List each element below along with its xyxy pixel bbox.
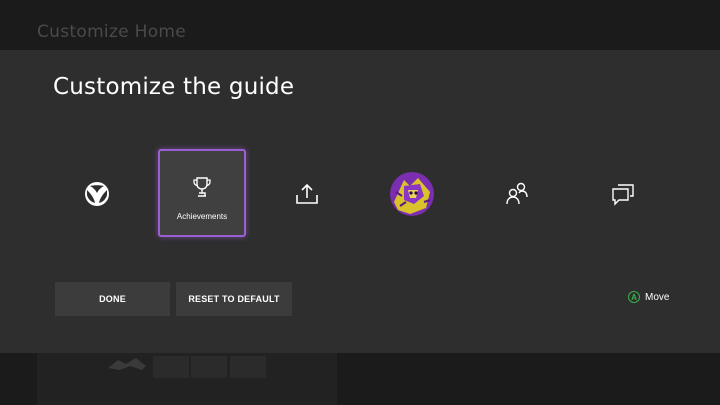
move-hint-label: Move: [645, 291, 670, 303]
a-button-icon: A: [628, 291, 640, 303]
guide-item-xbox[interactable]: [54, 151, 140, 237]
background-tile: [153, 356, 189, 378]
guide-item-chat[interactable]: [580, 151, 666, 237]
guide-item-people[interactable]: [474, 151, 560, 237]
achievements-label: Achievements: [176, 211, 228, 221]
customize-guide-dialog: Customize the guide Achievements DONE RE…: [0, 50, 720, 353]
profile-avatar: [390, 172, 434, 216]
share-upload-icon: [296, 183, 318, 204]
dialog-title: Customize the guide: [53, 74, 295, 100]
reset-to-default-button[interactable]: RESET TO DEFAULT: [176, 282, 292, 316]
people-icon: [506, 182, 528, 205]
guide-item-achievements[interactable]: Achievements: [158, 149, 246, 237]
background-game-thumbnail: [108, 358, 146, 370]
background-page-title: Customize Home: [37, 22, 187, 42]
background-tile: [191, 356, 227, 378]
chat-icon: [612, 184, 634, 206]
move-hint: A Move: [628, 291, 669, 303]
guide-item-share[interactable]: [264, 151, 350, 237]
guide-item-profile[interactable]: [369, 151, 455, 237]
trophy-icon: [193, 176, 211, 197]
done-button[interactable]: DONE: [55, 282, 170, 316]
background-tile: [230, 356, 266, 378]
xbox-logo-icon: [85, 182, 109, 206]
